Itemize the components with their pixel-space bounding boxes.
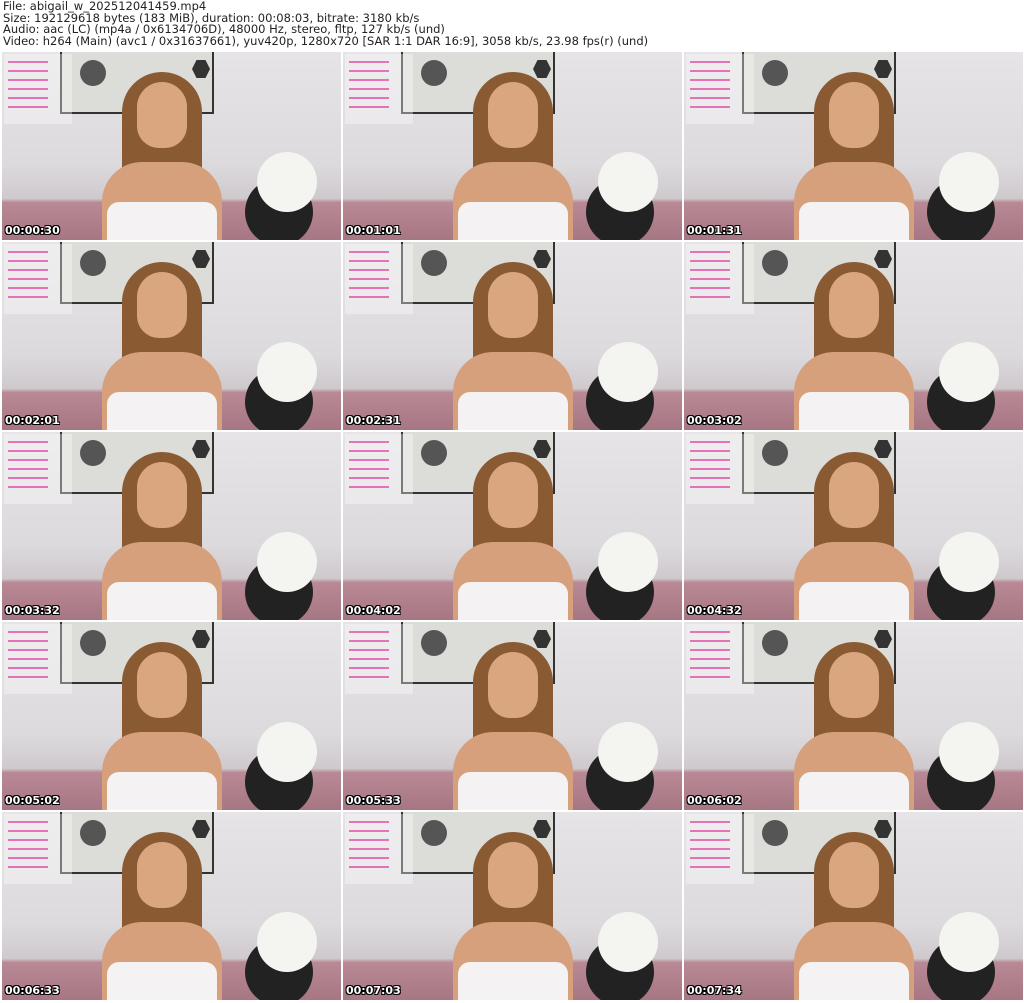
moon-artwork [762, 250, 788, 276]
panda-plush [257, 912, 317, 972]
person [102, 262, 222, 430]
timestamp-label: 00:04:02 [346, 604, 401, 617]
panda-plush [598, 152, 658, 212]
video-thumbnail[interactable]: 00:03:02 [684, 242, 1023, 430]
timestamp-label: 00:03:02 [687, 414, 742, 427]
person [453, 72, 573, 240]
tip-menu-overlay [4, 624, 72, 694]
panda-plush [598, 722, 658, 782]
video-thumbnail[interactable]: 00:00:30 [2, 52, 341, 240]
person [453, 452, 573, 620]
tip-menu-overlay [686, 244, 754, 314]
moon-artwork [762, 630, 788, 656]
person [102, 642, 222, 810]
video-thumbnail[interactable]: 00:06:02 [684, 622, 1023, 810]
video-thumbnail[interactable]: 00:01:01 [343, 52, 682, 240]
moon-artwork [762, 820, 788, 846]
video-info: Video: h264 (Main) (avc1 / 0x31637661), … [3, 33, 649, 48]
timestamp-label: 00:00:30 [5, 224, 60, 237]
video-thumbnail[interactable]: 00:02:31 [343, 242, 682, 430]
tip-menu-overlay [4, 434, 72, 504]
timestamp-label: 00:06:33 [5, 984, 60, 997]
panda-plush [939, 722, 999, 782]
person [453, 832, 573, 1000]
person [453, 642, 573, 810]
tip-menu-overlay [4, 244, 72, 314]
person [794, 262, 914, 430]
video-thumbnail[interactable]: 00:05:02 [2, 622, 341, 810]
panda-plush [598, 342, 658, 402]
person [794, 642, 914, 810]
moon-artwork [762, 60, 788, 86]
tip-menu-overlay [686, 814, 754, 884]
file-info-header: File: abigail_w_202512041459.mp4 Size: 19… [3, 0, 649, 48]
panda-plush [939, 912, 999, 972]
tip-menu-overlay [345, 814, 413, 884]
timestamp-label: 00:01:31 [687, 224, 742, 237]
person [794, 832, 914, 1000]
tip-menu-overlay [686, 54, 754, 124]
person [794, 452, 914, 620]
tip-menu-overlay [4, 814, 72, 884]
moon-artwork [421, 440, 447, 466]
panda-plush [598, 912, 658, 972]
video-thumbnail[interactable]: 00:06:33 [2, 812, 341, 1000]
moon-artwork [421, 60, 447, 86]
video-thumbnail[interactable]: 00:03:32 [2, 432, 341, 620]
timestamp-label: 00:05:33 [346, 794, 401, 807]
tip-menu-overlay [345, 624, 413, 694]
moon-artwork [421, 630, 447, 656]
video-thumbnail[interactable]: 00:04:32 [684, 432, 1023, 620]
timestamp-label: 00:06:02 [687, 794, 742, 807]
video-thumbnail[interactable]: 00:01:31 [684, 52, 1023, 240]
panda-plush [598, 532, 658, 592]
moon-artwork [762, 440, 788, 466]
tip-menu-overlay [4, 54, 72, 124]
person [794, 72, 914, 240]
panda-plush [939, 152, 999, 212]
panda-plush [939, 342, 999, 402]
timestamp-label: 00:02:31 [346, 414, 401, 427]
tip-menu-overlay [345, 54, 413, 124]
video-thumbnail[interactable]: 00:07:34 [684, 812, 1023, 1000]
panda-plush [257, 342, 317, 402]
tip-menu-overlay [345, 434, 413, 504]
thumbnail-grid: 00:00:30 00:01:01 00:01:31 00:02:01 00:02:31… [2, 52, 1023, 1000]
video-thumbnail[interactable]: 00:02:01 [2, 242, 341, 430]
tip-menu-overlay [345, 244, 413, 314]
timestamp-label: 00:04:32 [687, 604, 742, 617]
panda-plush [257, 532, 317, 592]
timestamp-label: 00:01:01 [346, 224, 401, 237]
person [102, 832, 222, 1000]
timestamp-label: 00:03:32 [5, 604, 60, 617]
video-thumbnail[interactable]: 00:07:03 [343, 812, 682, 1000]
person [102, 72, 222, 240]
tip-menu-overlay [686, 434, 754, 504]
timestamp-label: 00:05:02 [5, 794, 60, 807]
video-thumbnail[interactable]: 00:04:02 [343, 432, 682, 620]
panda-plush [939, 532, 999, 592]
moon-artwork [421, 820, 447, 846]
person [102, 452, 222, 620]
person [453, 262, 573, 430]
timestamp-label: 00:07:34 [687, 984, 742, 997]
timestamp-label: 00:07:03 [346, 984, 401, 997]
tip-menu-overlay [686, 624, 754, 694]
video-thumbnail[interactable]: 00:05:33 [343, 622, 682, 810]
moon-artwork [421, 250, 447, 276]
timestamp-label: 00:02:01 [5, 414, 60, 427]
panda-plush [257, 722, 317, 782]
panda-plush [257, 152, 317, 212]
